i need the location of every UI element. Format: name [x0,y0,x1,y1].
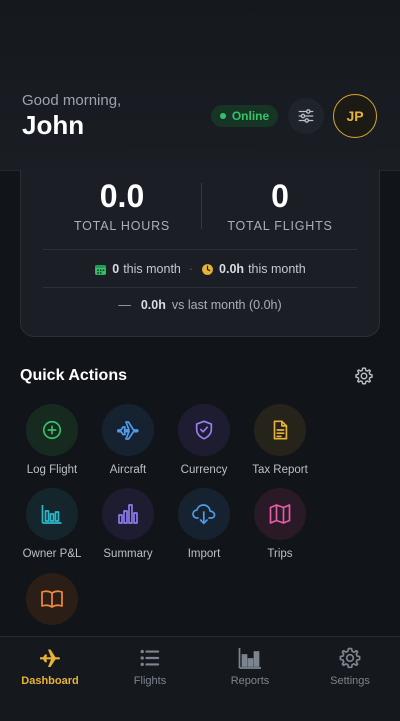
action-circle [102,404,154,456]
total-flights-label: TOTAL FLIGHTS [227,219,333,233]
action-label: Aircraft [109,464,147,476]
action-label: Currency [180,464,228,476]
action-circle [254,404,306,456]
month-compare-row: — 0.0h vs last month (0.0h) [21,298,379,312]
nav-label: Reports [230,675,270,687]
this-month-row: 0 this month · 0.0h this month [21,262,379,276]
quick-actions-title: Quick Actions [20,367,127,384]
flights-this-month-count: 0 [112,262,120,276]
quick-action-import[interactable]: Import [166,488,242,568]
bottom-nav: Dashboard Flights Reports Settings [0,636,400,721]
action-circle [178,488,230,540]
total-hours-label: TOTAL HOURS [73,219,171,233]
cloud-download-icon [192,504,216,525]
user-name: John [22,110,85,140]
nav-settings[interactable]: Settings [300,645,400,695]
quick-action-summary[interactable]: Summary [90,488,166,568]
sliders-icon [298,109,314,123]
total-flights-value: 0 [271,178,289,214]
divider [43,287,357,288]
shield-check-icon [195,420,213,440]
divider [43,249,357,250]
nav-flights[interactable]: Flights [100,645,200,695]
filter-button[interactable] [288,98,324,134]
list-icon [140,649,160,667]
action-label: Owner P&L [22,548,82,560]
action-label: Log Flight [26,464,78,476]
hours-this-month-value: 0.0h [219,262,245,276]
action-circle [26,404,78,456]
action-label: Import [187,548,221,560]
action-label: Tax Report [252,464,308,476]
compare-value: 0.0h [140,298,166,312]
stats-card: 0.0 TOTAL HOURS 0 TOTAL FLIGHTS 0 this m… [20,170,380,337]
nav-label: Flights [133,675,167,687]
quick-action-currency[interactable]: Currency [166,404,242,484]
compare-text: vs last month (0.0h) [171,298,282,312]
airplane-icon [40,649,60,667]
separator-dot: · [188,262,194,276]
online-status-label: Online [231,109,270,123]
airplane-icon [117,421,139,440]
bar-chart-icon [238,648,261,669]
bar-chart-icon [41,505,62,524]
action-label: Summary [103,548,153,560]
action-circle [26,573,78,625]
flights-this-month-text: this month [123,262,181,276]
online-status-badge: Online [211,105,278,127]
book-icon [41,590,63,608]
gear-icon [355,367,373,385]
calendar-icon [95,264,107,275]
action-circle [254,488,306,540]
action-circle [102,488,154,540]
action-circle [26,488,78,540]
quick-action-log-flight[interactable]: Log Flight [14,404,90,484]
hours-this-month-text: this month [248,262,306,276]
nav-label: Dashboard [21,675,79,687]
quick-actions-settings-button[interactable] [352,364,376,388]
greeting-text: Good morning, [22,92,122,109]
nav-label: Settings [330,675,370,687]
total-hours-value: 0.0 [99,178,145,214]
action-circle [178,404,230,456]
gear-icon [339,647,361,669]
trend-dash-icon: — [118,298,131,312]
quick-action-trips[interactable]: Trips [242,488,318,568]
avatar[interactable]: JP [333,94,377,138]
column-chart-icon [118,504,138,524]
document-icon [273,420,288,440]
quick-action-aircraft[interactable]: Aircraft [90,404,166,484]
nav-dashboard[interactable]: Dashboard [0,645,100,695]
action-label: Trips [267,548,293,560]
quick-action-owner-pl[interactable]: Owner P&L [14,488,90,568]
plus-circle-icon [42,420,62,440]
header: Good morning, John Online JP [0,0,400,171]
nav-reports[interactable]: Reports [200,645,300,695]
map-icon [269,504,291,524]
quick-action-tax-report[interactable]: Tax Report [242,404,318,484]
online-dot-icon [219,113,226,119]
clock-icon [202,263,213,275]
